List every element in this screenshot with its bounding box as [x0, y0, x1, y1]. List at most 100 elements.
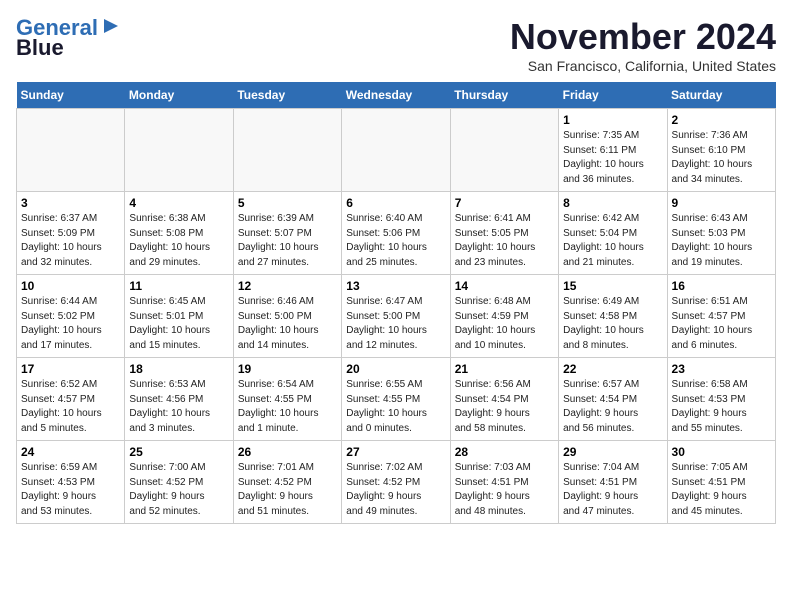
- main-title: November 2024: [510, 16, 776, 58]
- calendar-cell: [17, 109, 125, 192]
- day-info: Sunrise: 6:53 AM Sunset: 4:56 PM Dayligh…: [129, 378, 228, 436]
- subtitle: San Francisco, California, United States: [510, 58, 776, 74]
- calendar-cell: 12 Sunrise: 6:46 AM Sunset: 5:00 PM Dayli…: [233, 275, 341, 358]
- day-number: 14: [455, 279, 554, 293]
- day-number: 28: [455, 445, 554, 459]
- calendar-cell: 24 Sunrise: 6:59 AM Sunset: 4:53 PM Dayli…: [17, 441, 125, 524]
- day-number: 19: [238, 362, 337, 376]
- day-info: Sunrise: 6:45 AM Sunset: 5:01 PM Dayligh…: [129, 295, 228, 353]
- calendar-week-row: 24 Sunrise: 6:59 AM Sunset: 4:53 PM Dayli…: [17, 441, 776, 524]
- day-number: 1: [563, 113, 662, 127]
- day-info: Sunrise: 6:40 AM Sunset: 5:06 PM Dayligh…: [346, 212, 445, 270]
- day-info: Sunrise: 6:44 AM Sunset: 5:02 PM Dayligh…: [21, 295, 120, 353]
- day-info: Sunrise: 6:58 AM Sunset: 4:53 PM Dayligh…: [672, 378, 771, 436]
- weekday-header-cell: Wednesday: [342, 82, 450, 109]
- day-number: 12: [238, 279, 337, 293]
- day-info: Sunrise: 6:37 AM Sunset: 5:09 PM Dayligh…: [21, 212, 120, 270]
- day-info: Sunrise: 6:49 AM Sunset: 4:58 PM Dayligh…: [563, 295, 662, 353]
- day-info: Sunrise: 7:05 AM Sunset: 4:51 PM Dayligh…: [672, 461, 771, 519]
- calendar-cell: 16 Sunrise: 6:51 AM Sunset: 4:57 PM Dayli…: [667, 275, 775, 358]
- day-info: Sunrise: 6:55 AM Sunset: 4:55 PM Dayligh…: [346, 378, 445, 436]
- calendar-cell: 17 Sunrise: 6:52 AM Sunset: 4:57 PM Dayli…: [17, 358, 125, 441]
- calendar-cell: 7 Sunrise: 6:41 AM Sunset: 5:05 PM Daylig…: [450, 192, 558, 275]
- weekday-header-cell: Monday: [125, 82, 233, 109]
- day-number: 17: [21, 362, 120, 376]
- calendar-cell: 30 Sunrise: 7:05 AM Sunset: 4:51 PM Dayli…: [667, 441, 775, 524]
- day-info: Sunrise: 7:02 AM Sunset: 4:52 PM Dayligh…: [346, 461, 445, 519]
- day-info: Sunrise: 7:04 AM Sunset: 4:51 PM Dayligh…: [563, 461, 662, 519]
- day-info: Sunrise: 6:41 AM Sunset: 5:05 PM Dayligh…: [455, 212, 554, 270]
- calendar-cell: 2 Sunrise: 7:36 AM Sunset: 6:10 PM Daylig…: [667, 109, 775, 192]
- calendar-cell: 3 Sunrise: 6:37 AM Sunset: 5:09 PM Daylig…: [17, 192, 125, 275]
- calendar-cell: 28 Sunrise: 7:03 AM Sunset: 4:51 PM Dayli…: [450, 441, 558, 524]
- day-info: Sunrise: 6:39 AM Sunset: 5:07 PM Dayligh…: [238, 212, 337, 270]
- logo-arrow-icon: [100, 15, 122, 37]
- calendar-week-row: 3 Sunrise: 6:37 AM Sunset: 5:09 PM Daylig…: [17, 192, 776, 275]
- calendar-cell: 22Sunrise: 6:57 AM Sunset: 4:54 PM Dayli…: [559, 358, 667, 441]
- calendar-cell: 10 Sunrise: 6:44 AM Sunset: 5:02 PM Dayli…: [17, 275, 125, 358]
- calendar-week-row: 10 Sunrise: 6:44 AM Sunset: 5:02 PM Dayli…: [17, 275, 776, 358]
- day-number: 11: [129, 279, 228, 293]
- weekday-header-cell: Saturday: [667, 82, 775, 109]
- day-number: 9: [672, 196, 771, 210]
- title-area: November 2024 San Francisco, California,…: [510, 16, 776, 74]
- calendar-cell: 26Sunrise: 7:01 AM Sunset: 4:52 PM Dayli…: [233, 441, 341, 524]
- logo-line2: Blue: [16, 36, 64, 60]
- calendar-cell: [342, 109, 450, 192]
- day-number: 21: [455, 362, 554, 376]
- calendar-cell: 6Sunrise: 6:40 AM Sunset: 5:06 PM Daylig…: [342, 192, 450, 275]
- day-info: Sunrise: 6:43 AM Sunset: 5:03 PM Dayligh…: [672, 212, 771, 270]
- day-number: 10: [21, 279, 120, 293]
- calendar-cell: 21Sunrise: 6:56 AM Sunset: 4:54 PM Dayli…: [450, 358, 558, 441]
- weekday-header-cell: Sunday: [17, 82, 125, 109]
- day-info: Sunrise: 6:42 AM Sunset: 5:04 PM Dayligh…: [563, 212, 662, 270]
- weekday-header-row: SundayMondayTuesdayWednesdayThursdayFrid…: [17, 82, 776, 109]
- weekday-header-cell: Friday: [559, 82, 667, 109]
- calendar-cell: [125, 109, 233, 192]
- day-info: Sunrise: 6:52 AM Sunset: 4:57 PM Dayligh…: [21, 378, 120, 436]
- day-info: Sunrise: 7:36 AM Sunset: 6:10 PM Dayligh…: [672, 129, 771, 187]
- header: General Blue November 2024 San Francisco…: [16, 16, 776, 74]
- calendar-cell: [450, 109, 558, 192]
- day-number: 2: [672, 113, 771, 127]
- calendar-cell: 20Sunrise: 6:55 AM Sunset: 4:55 PM Dayli…: [342, 358, 450, 441]
- day-info: Sunrise: 7:35 AM Sunset: 6:11 PM Dayligh…: [563, 129, 662, 187]
- day-number: 27: [346, 445, 445, 459]
- calendar-cell: 18 Sunrise: 6:53 AM Sunset: 4:56 PM Dayli…: [125, 358, 233, 441]
- weekday-header-cell: Tuesday: [233, 82, 341, 109]
- calendar-cell: 5 Sunrise: 6:39 AM Sunset: 5:07 PM Daylig…: [233, 192, 341, 275]
- calendar-cell: 15 Sunrise: 6:49 AM Sunset: 4:58 PM Dayli…: [559, 275, 667, 358]
- calendar-table: SundayMondayTuesdayWednesdayThursdayFrid…: [16, 82, 776, 524]
- day-info: Sunrise: 6:38 AM Sunset: 5:08 PM Dayligh…: [129, 212, 228, 270]
- calendar-cell: 25 Sunrise: 7:00 AM Sunset: 4:52 PM Dayli…: [125, 441, 233, 524]
- day-number: 26: [238, 445, 337, 459]
- day-number: 30: [672, 445, 771, 459]
- day-number: 24: [21, 445, 120, 459]
- day-info: Sunrise: 7:00 AM Sunset: 4:52 PM Dayligh…: [129, 461, 228, 519]
- day-number: 8: [563, 196, 662, 210]
- day-number: 16: [672, 279, 771, 293]
- day-number: 22: [563, 362, 662, 376]
- calendar-cell: 1 Sunrise: 7:35 AM Sunset: 6:11 PM Daylig…: [559, 109, 667, 192]
- day-number: 7: [455, 196, 554, 210]
- day-number: 18: [129, 362, 228, 376]
- day-info: Sunrise: 7:03 AM Sunset: 4:51 PM Dayligh…: [455, 461, 554, 519]
- day-number: 15: [563, 279, 662, 293]
- day-number: 3: [21, 196, 120, 210]
- calendar-cell: 13Sunrise: 6:47 AM Sunset: 5:00 PM Dayli…: [342, 275, 450, 358]
- day-number: 23: [672, 362, 771, 376]
- day-number: 5: [238, 196, 337, 210]
- day-number: 4: [129, 196, 228, 210]
- day-info: Sunrise: 6:46 AM Sunset: 5:00 PM Dayligh…: [238, 295, 337, 353]
- calendar-body: 1 Sunrise: 7:35 AM Sunset: 6:11 PM Daylig…: [17, 109, 776, 524]
- calendar-cell: 19Sunrise: 6:54 AM Sunset: 4:55 PM Dayli…: [233, 358, 341, 441]
- day-number: 25: [129, 445, 228, 459]
- calendar-cell: 9 Sunrise: 6:43 AM Sunset: 5:03 PM Daylig…: [667, 192, 775, 275]
- calendar-cell: 11 Sunrise: 6:45 AM Sunset: 5:01 PM Dayli…: [125, 275, 233, 358]
- calendar-cell: 14Sunrise: 6:48 AM Sunset: 4:59 PM Dayli…: [450, 275, 558, 358]
- day-info: Sunrise: 6:47 AM Sunset: 5:00 PM Dayligh…: [346, 295, 445, 353]
- calendar-cell: 4 Sunrise: 6:38 AM Sunset: 5:08 PM Daylig…: [125, 192, 233, 275]
- day-info: Sunrise: 6:51 AM Sunset: 4:57 PM Dayligh…: [672, 295, 771, 353]
- logo: General Blue: [16, 16, 122, 60]
- day-info: Sunrise: 6:59 AM Sunset: 4:53 PM Dayligh…: [21, 461, 120, 519]
